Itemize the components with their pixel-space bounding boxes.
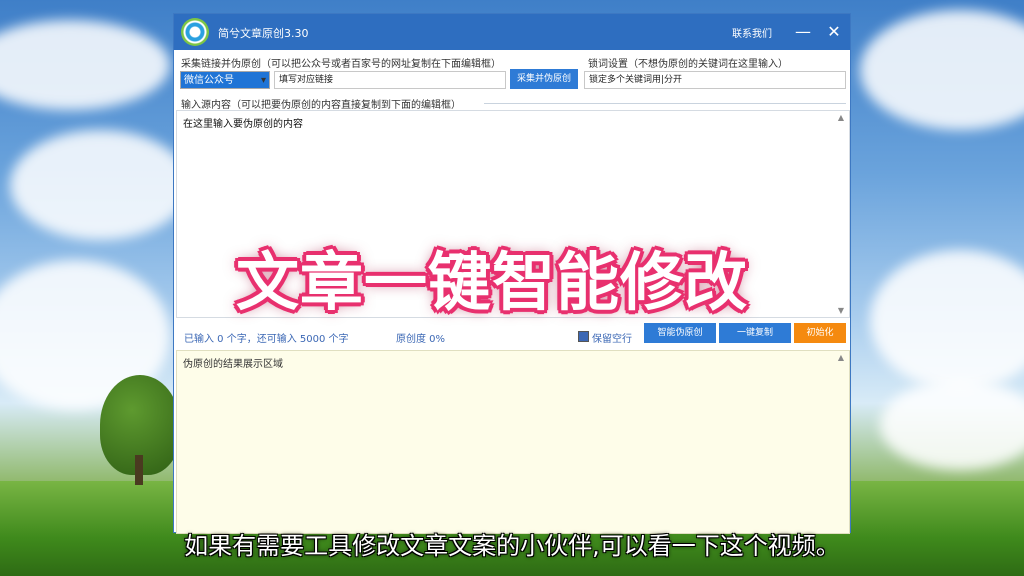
- title-bar: 简兮文章原创3.30 联系我们 — ✕: [174, 14, 850, 50]
- lock-words-input[interactable]: 锁定多个关键词用|分开: [584, 71, 846, 89]
- source-select-value: 微信公众号: [184, 75, 234, 86]
- result-text: 伪原创的结果展示区域: [183, 359, 283, 370]
- minimize-button[interactable]: —: [790, 19, 816, 45]
- scroll-up-icon[interactable]: ▲: [836, 113, 846, 122]
- collect-section-label: 采集链接并伪原创（可以把公众号或者百家号的网址复制在下面编辑框）: [181, 59, 501, 70]
- initialize-button[interactable]: 初始化: [794, 323, 846, 343]
- link-input[interactable]: 填写对应链接: [274, 71, 506, 89]
- contact-us-link[interactable]: 联系我们: [732, 25, 772, 40]
- result-area[interactable]: 伪原创的结果展示区域 ▲: [176, 350, 850, 534]
- copy-all-button[interactable]: 一键复制: [719, 323, 791, 343]
- chevron-down-icon: ▾: [260, 75, 266, 86]
- source-select[interactable]: 微信公众号 ▾: [180, 71, 270, 89]
- lock-section-label: 锁词设置（不想伪原创的关键词在这里输入）: [588, 59, 788, 70]
- originality-text: 原创度 0%: [396, 334, 446, 345]
- input-section-label: 输入源内容（可以把要伪原创的内容直接复制到下面的编辑框）: [181, 100, 461, 111]
- keep-blank-lines-label: 保留空行: [592, 334, 632, 345]
- close-button[interactable]: ✕: [821, 19, 847, 45]
- window-title: 简兮文章原创3.30: [218, 27, 309, 40]
- headline-overlay: 文章一键智能修改: [236, 246, 748, 319]
- collect-rewrite-button[interactable]: 采集并伪原创: [510, 69, 578, 89]
- scroll-down-icon[interactable]: ▼: [836, 306, 846, 315]
- source-editor-text: 在这里输入要伪原创的内容: [183, 119, 303, 130]
- app-logo-icon: [181, 18, 209, 46]
- keep-blank-lines-checkbox[interactable]: [578, 331, 589, 342]
- char-count-text: 已输入 0 个字，还可输入 5000 个字: [184, 334, 349, 345]
- smart-rewrite-button[interactable]: 智能伪原创: [644, 323, 716, 343]
- video-subtitle: 如果有需要工具修改文章文案的小伙伴,可以看一下这个视频。: [184, 532, 840, 560]
- result-scroll-up-icon[interactable]: ▲: [836, 353, 846, 362]
